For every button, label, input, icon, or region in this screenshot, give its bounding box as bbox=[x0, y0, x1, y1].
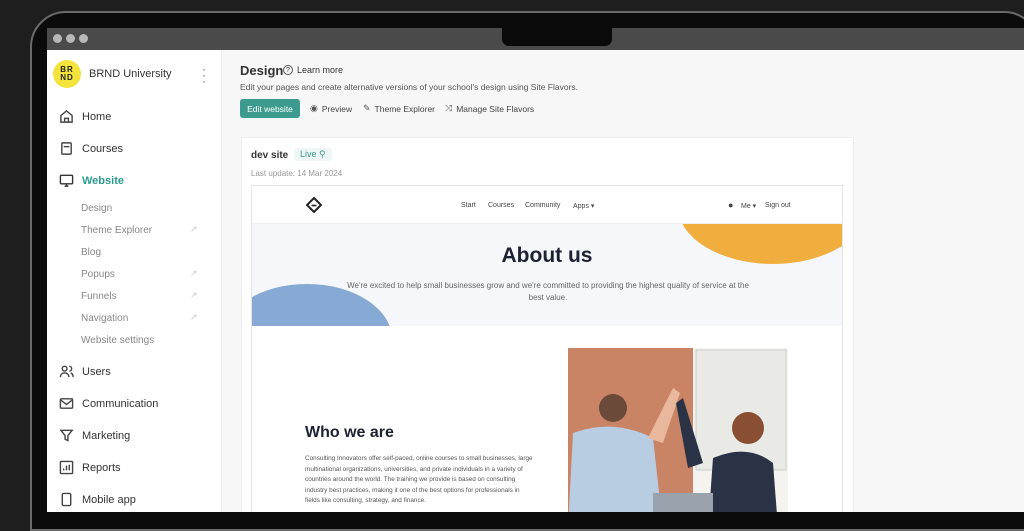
flavors-icon: ⤨ bbox=[445, 103, 453, 113]
preview-navbar: Start Courses Community Apps ▾ ● Me ▾ Si… bbox=[252, 186, 842, 224]
site-preview[interactable]: Start Courses Community Apps ▾ ● Me ▾ Si… bbox=[251, 185, 843, 512]
team-photo-illustration bbox=[568, 348, 788, 512]
brand[interactable]: BR ND BRND University bbox=[53, 60, 172, 88]
brand-name: BRND University bbox=[89, 68, 172, 80]
sidebar-item-mobile-app[interactable]: Mobile app bbox=[59, 492, 136, 507]
sidebar-item-users[interactable]: Users bbox=[59, 364, 111, 379]
preview-nav-me[interactable]: Me ▾ bbox=[741, 202, 756, 210]
who-title: Who we are bbox=[305, 424, 394, 441]
chart-icon bbox=[59, 460, 74, 475]
site-name: dev site bbox=[251, 150, 289, 161]
mail-icon bbox=[59, 398, 74, 409]
sidebar-item-website[interactable]: Website bbox=[59, 173, 124, 188]
preview-hero: About us We're excited to help small bus… bbox=[252, 224, 842, 326]
preview-nav-sign-out[interactable]: Sign out bbox=[765, 202, 791, 209]
phone-icon bbox=[61, 492, 72, 507]
sidebar-subitem-theme-explorer[interactable]: Theme Explorer bbox=[81, 225, 152, 236]
window-dot[interactable] bbox=[79, 34, 88, 43]
site-card: dev site Live ⚲ Last update: 14 Mar 2024… bbox=[241, 137, 854, 512]
home-icon bbox=[60, 109, 73, 123]
last-update: Last update: 14 Mar 2024 bbox=[251, 169, 343, 178]
sidebar-subitem-navigation[interactable]: Navigation bbox=[81, 313, 128, 324]
sidebar-item-home[interactable]: Home bbox=[59, 109, 111, 124]
preview-nav-courses[interactable]: Courses bbox=[488, 202, 514, 209]
preview-nav-start[interactable]: Start bbox=[461, 202, 476, 209]
sidebar-item-courses[interactable]: Courses bbox=[59, 141, 123, 156]
user-avatar-icon: ● bbox=[728, 200, 734, 210]
sidebar-subitem-popups[interactable]: Popups bbox=[81, 269, 115, 280]
pin-icon: ⚲ bbox=[319, 149, 326, 159]
sidebar-subitem-website-settings[interactable]: Website settings bbox=[81, 335, 154, 346]
users-icon bbox=[59, 365, 74, 378]
monitor-icon bbox=[59, 174, 74, 187]
sidebar-item-communication[interactable]: Communication bbox=[59, 396, 158, 411]
site-logo-icon bbox=[306, 197, 322, 213]
help-icon: ? bbox=[283, 65, 293, 75]
camera-notch bbox=[502, 28, 612, 46]
sidebar-item-reports[interactable]: Reports bbox=[59, 460, 121, 475]
team-photo bbox=[568, 348, 788, 512]
sidebar-subitem-design[interactable]: Design bbox=[81, 203, 112, 214]
kebab-icon[interactable]: · · · bbox=[202, 63, 206, 87]
sidebar-subitem-funnels[interactable]: Funnels bbox=[81, 291, 117, 302]
sidebar: BR ND BRND University · · · Home Courses W… bbox=[47, 50, 222, 512]
hero-subtitle: We're excited to help small businesses g… bbox=[347, 281, 749, 302]
pencil-icon: ✎ bbox=[363, 103, 371, 113]
book-icon bbox=[61, 142, 72, 155]
edit-website-button[interactable]: Edit website bbox=[240, 99, 300, 118]
preview-button[interactable]: ◉ Preview bbox=[310, 103, 352, 114]
preview-nav-community[interactable]: Community bbox=[525, 202, 560, 209]
external-link-icon: ↗ bbox=[190, 224, 198, 234]
window-dot[interactable] bbox=[66, 34, 75, 43]
sidebar-item-marketing[interactable]: Marketing bbox=[59, 428, 130, 443]
learn-more-link[interactable]: ? Learn more bbox=[283, 65, 343, 75]
external-link-icon: ↗ bbox=[190, 268, 198, 278]
window-dot[interactable] bbox=[53, 34, 62, 43]
who-body: Consulting Innovators offer self-paced, … bbox=[305, 455, 533, 504]
page-description: Edit your pages and create alternative v… bbox=[240, 82, 579, 92]
theme-explorer-button[interactable]: ✎ Theme Explorer bbox=[363, 103, 435, 114]
page-title: Design bbox=[240, 63, 284, 78]
preview-nav-apps[interactable]: Apps ▾ bbox=[573, 202, 594, 210]
main-content: Design ? Learn more Edit your pages and … bbox=[223, 50, 1024, 512]
manage-site-flavors-button[interactable]: ⤨ Manage Site Flavors bbox=[445, 103, 534, 114]
external-link-icon: ↗ bbox=[190, 290, 198, 300]
status-badge: Live ⚲ bbox=[294, 148, 332, 161]
sidebar-subitem-blog[interactable]: Blog bbox=[81, 247, 101, 258]
eye-icon: ◉ bbox=[310, 103, 318, 113]
brand-logo: BR ND bbox=[53, 60, 81, 88]
hero-title: About us bbox=[501, 244, 593, 267]
funnel-icon bbox=[59, 429, 74, 442]
app-screen: BR ND BRND University · · · Home Courses W… bbox=[47, 50, 1024, 512]
external-link-icon: ↗ bbox=[190, 312, 198, 322]
